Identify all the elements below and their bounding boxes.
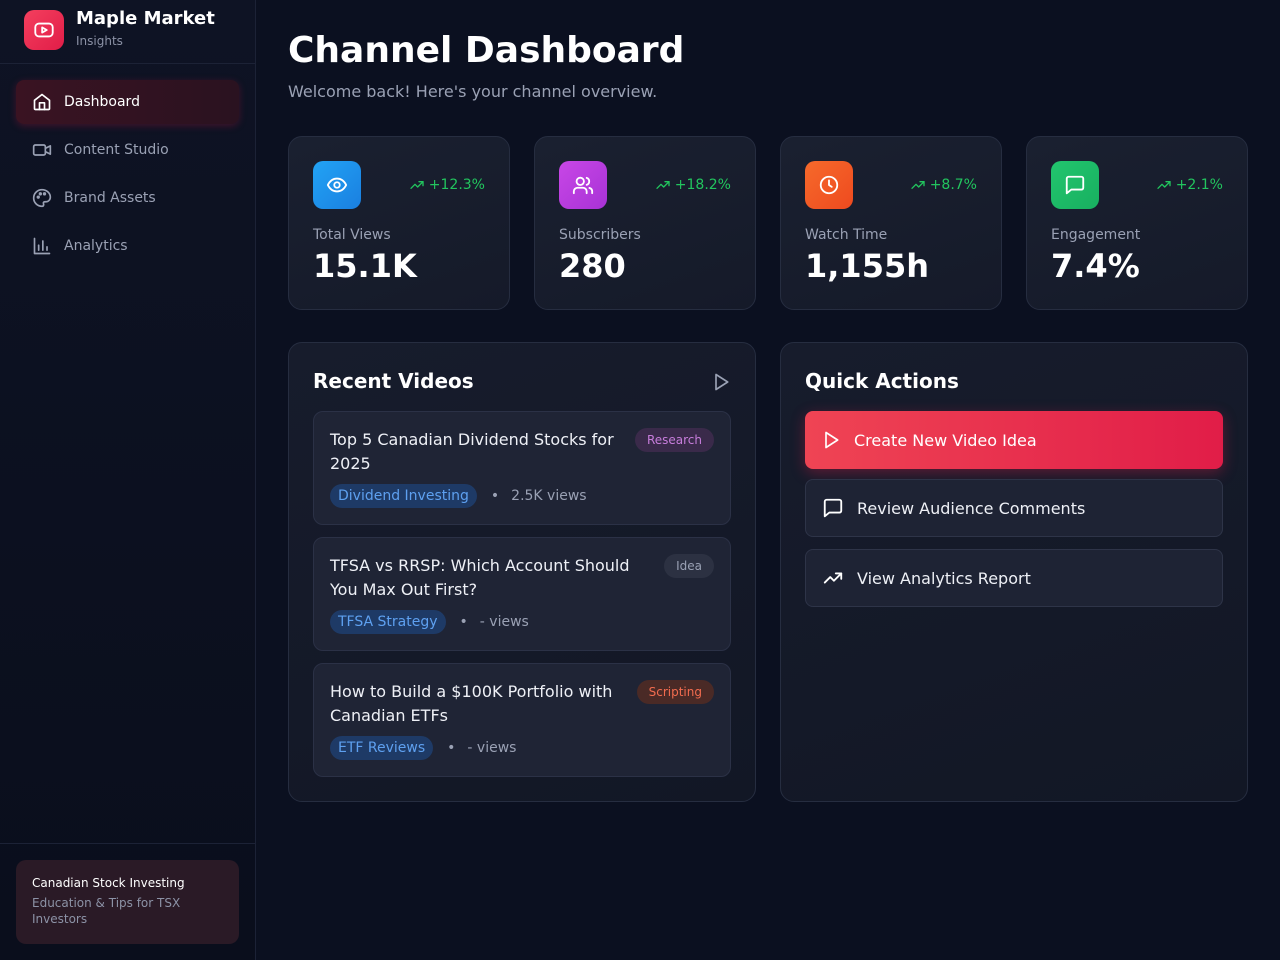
stat-value: 15.1K xyxy=(313,247,417,285)
trending-up-icon xyxy=(911,181,925,189)
review-comments-button[interactable]: Review Audience Comments xyxy=(805,479,1223,537)
trending-up-icon xyxy=(1157,181,1171,189)
sidebar-footer: Canadian Stock Investing Education & Tip… xyxy=(0,843,255,960)
channel-name: Canadian Stock Investing xyxy=(32,876,185,890)
channel-info-card: Canadian Stock Investing Education & Tip… xyxy=(16,860,239,944)
stat-value: 7.4% xyxy=(1051,247,1140,285)
sidebar-item-label: Analytics xyxy=(64,238,128,254)
sidebar-item-label: Dashboard xyxy=(64,94,140,110)
sidebar-item-analytics[interactable]: Analytics xyxy=(16,224,239,268)
view-count: - views xyxy=(479,614,529,630)
stat-label: Subscribers xyxy=(559,227,641,243)
trend-value: +2.1% xyxy=(1175,177,1223,193)
trend-badge: +12.3% xyxy=(409,177,485,193)
brand-name: Maple Market xyxy=(76,8,215,29)
stat-card-total-views: +12.3% Total Views 15.1K xyxy=(288,136,510,310)
video-item[interactable]: How to Build a $100K Portfolio with Cana… xyxy=(313,663,731,777)
sidebar-item-content-studio[interactable]: Content Studio xyxy=(16,128,239,172)
bar-chart-icon xyxy=(32,236,52,256)
separator-dot: • xyxy=(447,740,456,756)
sidebar-item-brand-assets[interactable]: Brand Assets xyxy=(16,176,239,220)
recent-videos-panel: Recent Videos Top 5 Canadian Dividend St… xyxy=(288,342,756,802)
stat-label: Engagement xyxy=(1051,227,1141,243)
trend-badge: +18.2% xyxy=(655,177,731,193)
sidebar-item-label: Brand Assets xyxy=(64,190,156,206)
channel-description: Education & Tips for TSX Investors xyxy=(32,896,181,926)
action-label: Review Audience Comments xyxy=(857,498,1086,518)
users-icon xyxy=(559,161,607,209)
panel-title: Recent Videos xyxy=(313,369,474,393)
trending-up-icon xyxy=(823,572,843,584)
video-item[interactable]: TFSA vs RRSP: Which Account Should You M… xyxy=(313,537,731,651)
video-meta: Dividend Investing • 2.5K views xyxy=(330,484,587,508)
status-badge: Scripting xyxy=(636,680,714,704)
action-label: View Analytics Report xyxy=(857,568,1031,588)
category-tag: Dividend Investing xyxy=(330,484,477,508)
play-icon xyxy=(825,431,839,449)
stat-card-watch-time: +8.7% Watch Time 1,155h xyxy=(780,136,1002,310)
message-icon xyxy=(1051,161,1099,209)
video-meta: ETF Reviews • - views xyxy=(330,736,516,760)
video-title: TFSA vs RRSP: Which Account Should You M… xyxy=(330,556,630,599)
trending-up-icon xyxy=(410,181,424,189)
palette-icon xyxy=(32,188,52,208)
view-count: - views xyxy=(467,740,517,756)
category-tag: ETF Reviews xyxy=(330,736,434,760)
stat-label: Watch Time xyxy=(805,227,888,243)
action-label: Create New Video Idea xyxy=(854,430,1037,450)
quick-actions-panel: Quick Actions Create New Video Idea Revi… xyxy=(780,342,1248,802)
trend-value: +12.3% xyxy=(428,177,485,193)
home-icon xyxy=(32,92,52,112)
trend-badge: +8.7% xyxy=(910,177,977,193)
sidebar-item-label: Content Studio xyxy=(64,142,169,158)
separator-dot: • xyxy=(490,488,500,504)
stat-label: Total Views xyxy=(313,227,391,243)
video-item[interactable]: Top 5 Canadian Dividend Stocks for 2025 … xyxy=(313,411,731,525)
view-analytics-button[interactable]: View Analytics Report xyxy=(805,549,1223,607)
status-badge: Research xyxy=(634,428,714,452)
status-badge: Idea xyxy=(664,554,714,578)
view-count: 2.5K views xyxy=(511,488,587,504)
eye-icon xyxy=(313,161,361,209)
trend-value: +8.7% xyxy=(929,177,977,193)
trending-up-icon xyxy=(656,181,670,189)
page-title: Channel Dashboard xyxy=(288,30,685,71)
sidebar-item-dashboard[interactable]: Dashboard xyxy=(16,80,239,124)
video-title: Top 5 Canadian Dividend Stocks for 2025 xyxy=(330,430,614,473)
brand-header: Maple Market Insights xyxy=(0,0,255,64)
brand-subtitle: Insights xyxy=(76,34,123,48)
sidebar: Maple Market Insights Dashboard Content … xyxy=(0,0,256,960)
video-camera-icon xyxy=(32,140,52,160)
youtube-logo-icon xyxy=(24,9,64,50)
category-tag: TFSA Strategy xyxy=(330,610,446,634)
create-video-idea-button[interactable]: Create New Video Idea xyxy=(805,411,1223,469)
play-icon[interactable] xyxy=(711,372,731,396)
stat-value: 280 xyxy=(559,247,626,285)
stat-card-subscribers: +18.2% Subscribers 280 xyxy=(534,136,756,310)
clock-icon xyxy=(805,161,853,209)
page-subtitle: Welcome back! Here's your channel overvi… xyxy=(288,82,658,101)
sidebar-nav: Dashboard Content Studio Brand Assets An… xyxy=(0,64,255,288)
stat-card-engagement: +2.1% Engagement 7.4% xyxy=(1026,136,1248,310)
separator-dot: • xyxy=(459,614,468,630)
video-meta: TFSA Strategy • - views xyxy=(330,610,529,634)
panel-title: Quick Actions xyxy=(805,369,959,393)
stat-value: 1,155h xyxy=(805,247,929,285)
message-icon xyxy=(823,498,843,518)
trend-value: +18.2% xyxy=(674,177,731,193)
trend-badge: +2.1% xyxy=(1156,177,1223,193)
video-title: How to Build a $100K Portfolio with Cana… xyxy=(330,682,613,725)
